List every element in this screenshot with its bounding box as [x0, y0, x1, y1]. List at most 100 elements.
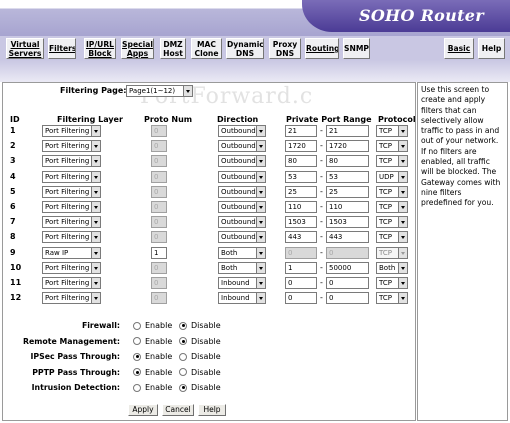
filtering-layer-select[interactable]: Port Filtering: [42, 216, 101, 229]
help-button[interactable]: Help: [198, 404, 226, 416]
direction-select[interactable]: Outbound: [218, 216, 266, 229]
port-from-input[interactable]: 443: [285, 231, 317, 244]
direction-select[interactable]: Both: [218, 261, 266, 274]
filtering-layer-select-value: Port Filtering: [45, 142, 90, 151]
port-from-input[interactable]: 80: [285, 155, 317, 168]
filtering-layer-select[interactable]: Port Filtering: [42, 201, 101, 213]
nav-tab-label: MAC: [196, 40, 216, 49]
row-id: 4: [10, 171, 16, 181]
nav-tab-mac[interactable]: MAC Clone: [191, 38, 222, 59]
direction-select[interactable]: Outbound: [218, 125, 266, 137]
port-from-input[interactable]: 110: [285, 201, 317, 213]
nav-tab-special[interactable]: Special Apps: [121, 38, 154, 59]
port-from-input[interactable]: 0: [285, 277, 317, 289]
nav-tab-snmp[interactable]: SNMP: [343, 38, 370, 59]
port-from-input[interactable]: 0: [285, 292, 317, 305]
protocol-select[interactable]: TCP: [376, 292, 408, 305]
direction-select[interactable]: Inbound: [218, 277, 266, 289]
port-to-input[interactable]: 50000: [326, 261, 369, 274]
filtering-layer-select-value: Raw IP: [45, 248, 69, 257]
port-to-input[interactable]: 443: [326, 231, 369, 244]
port-from-input[interactable]: 1503: [285, 216, 317, 229]
nav-tab-routing[interactable]: Routing: [305, 38, 339, 59]
chevron-down-icon: [91, 216, 101, 229]
nav-tab-filters[interactable]: Filters: [48, 38, 76, 59]
filtering-layer-select[interactable]: Port Filtering: [42, 125, 101, 137]
intrusion-detection-disable-radio[interactable]: [179, 383, 187, 392]
proto-num-input: 0: [151, 292, 167, 305]
direction-select[interactable]: Inbound: [218, 292, 266, 305]
protocol-select[interactable]: TCP: [376, 216, 408, 229]
cancel-button[interactable]: Cancel: [162, 404, 194, 416]
nav-tab-dmz[interactable]: DMZ Host: [160, 38, 186, 59]
port-from-input[interactable]: 53: [285, 170, 317, 183]
ipsec-pass-through-enable-radio[interactable]: [133, 352, 141, 361]
port-range-dash: -: [320, 141, 323, 151]
port-to-input[interactable]: 21: [326, 125, 369, 137]
protocol-select-value: TCP: [379, 142, 392, 151]
filtering-layer-select[interactable]: Port Filtering: [42, 277, 101, 289]
proto-num-input: 0: [151, 261, 167, 274]
filtering-layer-select[interactable]: Port Filtering: [42, 185, 101, 198]
protocol-select[interactable]: UDP: [376, 170, 408, 183]
filtering-layer-select[interactable]: Port Filtering: [42, 155, 101, 168]
nav-tab-proxy[interactable]: Proxy DNS: [269, 38, 301, 59]
filtering-layer-select-value: Port Filtering: [45, 172, 90, 181]
protocol-select[interactable]: TCP: [376, 125, 408, 137]
direction-select[interactable]: Both: [218, 246, 266, 259]
direction-select[interactable]: Outbound: [218, 170, 266, 183]
nav-tab-dynamic[interactable]: Dynamic DNS: [226, 38, 264, 59]
nav-tab-basic[interactable]: Basic: [444, 38, 474, 59]
port-to-input[interactable]: 1720: [326, 140, 369, 153]
filtering-layer-select[interactable]: Port Filtering: [42, 261, 101, 274]
port-to-input[interactable]: 0: [326, 277, 369, 289]
port-to-input[interactable]: 0: [326, 292, 369, 305]
port-range-dash: -: [320, 293, 323, 303]
port-to-input[interactable]: 1503: [326, 216, 369, 229]
direction-select[interactable]: Outbound: [218, 185, 266, 198]
intrusion-detection-enable-radio[interactable]: [133, 383, 141, 392]
filtering-layer-select[interactable]: Raw IP: [42, 246, 101, 259]
protocol-select-value: Both: [379, 263, 396, 272]
port-from-input[interactable]: 21: [285, 125, 317, 137]
direction-select[interactable]: Outbound: [218, 201, 266, 213]
filtering-page-select[interactable]: Page1(1~12): [126, 85, 193, 97]
filtering-layer-select[interactable]: Port Filtering: [42, 140, 101, 153]
protocol-select-value: TCP: [379, 294, 392, 303]
port-range-dash: -: [320, 156, 323, 166]
protocol-select[interactable]: TCP: [376, 201, 408, 213]
protocol-select[interactable]: TCP: [376, 140, 408, 153]
nav-tab-help[interactable]: Help: [478, 38, 505, 59]
filtering-layer-select[interactable]: Port Filtering: [42, 170, 101, 183]
protocol-select[interactable]: TCP: [376, 277, 408, 289]
protocol-select[interactable]: TCP: [376, 231, 408, 244]
protocol-select[interactable]: TCP: [376, 155, 408, 168]
apply-button[interactable]: Apply: [128, 404, 158, 416]
proto-num-input[interactable]: 1: [151, 246, 167, 259]
direction-select[interactable]: Outbound: [218, 140, 266, 153]
ipsec-pass-through-disable-radio[interactable]: [179, 352, 187, 361]
port-from-input[interactable]: 1720: [285, 140, 317, 153]
column-header-proto-num: Proto Num: [144, 115, 193, 124]
port-to-input[interactable]: 110: [326, 201, 369, 213]
direction-select-value: Inbound: [221, 279, 250, 287]
proto-num-input: 0: [151, 185, 167, 198]
port-to-input[interactable]: 53: [326, 170, 369, 183]
direction-select[interactable]: Outbound: [218, 155, 266, 168]
protocol-select[interactable]: TCP: [376, 185, 408, 198]
port-to-input[interactable]: 25: [326, 185, 369, 198]
nav-tab-ip-url[interactable]: IP/URL Block: [84, 38, 116, 59]
port-from-input[interactable]: 25: [285, 185, 317, 198]
chevron-down-icon: [398, 140, 408, 153]
port-to-input[interactable]: 80: [326, 155, 369, 168]
filtering-layer-select[interactable]: Port Filtering: [42, 231, 101, 244]
port-from-input[interactable]: 1: [285, 261, 317, 274]
nav-tab-virtual[interactable]: Virtual Servers: [6, 38, 44, 59]
filtering-layer-select[interactable]: Port Filtering: [42, 292, 101, 305]
firewall-enable-radio[interactable]: [133, 321, 141, 330]
protocol-select[interactable]: Both: [376, 261, 408, 274]
nav-tab-label: IP/URL: [85, 40, 115, 49]
chevron-down-icon: [398, 125, 408, 137]
direction-select[interactable]: Outbound: [218, 231, 266, 244]
firewall-disable-radio[interactable]: [179, 321, 187, 330]
